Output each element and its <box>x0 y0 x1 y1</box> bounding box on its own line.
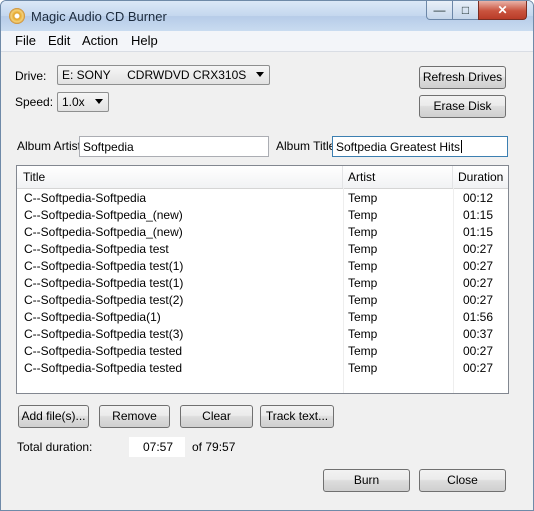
table-row[interactable]: C--Softpedia-Softpedia test(3) Temp 00:37 <box>17 325 508 342</box>
track-artist: Temp <box>348 208 378 222</box>
minimize-icon: — <box>433 3 446 17</box>
app-window: Magic Audio CD Burner — □ ✕ File Edit Ac… <box>0 0 534 511</box>
track-title: C--Softpedia-Softpedia tested <box>24 344 183 358</box>
table-row[interactable]: C--Softpedia-Softpedia_(new) Temp 01:15 <box>17 223 508 240</box>
refresh-drives-button[interactable]: Refresh Drives <box>419 66 506 89</box>
track-duration: 01:15 <box>463 208 494 222</box>
track-artist: Temp <box>348 259 378 273</box>
table-row[interactable]: C--Softpedia-Softpedia test(2) Temp 00:27 <box>17 291 508 308</box>
track-duration: 00:27 <box>463 242 494 256</box>
track-duration: 01:15 <box>463 225 494 239</box>
track-title: C--Softpedia-Softpedia test(3) <box>24 327 184 341</box>
total-capacity: of 79:57 <box>192 440 236 454</box>
track-artist: Temp <box>348 242 378 256</box>
maximize-button[interactable]: □ <box>452 1 479 20</box>
column-artist[interactable]: Artist <box>343 166 453 188</box>
table-row[interactable]: C--Softpedia-Softpedia_(new) Temp 01:15 <box>17 206 508 223</box>
track-duration: 00:27 <box>463 259 494 273</box>
speed-value: 1.0x <box>62 95 85 109</box>
track-artist: Temp <box>348 344 378 358</box>
table-row[interactable]: C--Softpedia-Softpedia tested Temp 00:27 <box>17 342 508 359</box>
menu-edit[interactable]: Edit <box>48 33 70 49</box>
cd-icon <box>9 8 25 24</box>
track-duration: 00:27 <box>463 293 494 307</box>
album-artist-value: Softpedia <box>83 140 134 154</box>
track-artist: Temp <box>348 293 378 307</box>
track-duration: 00:27 <box>463 276 494 290</box>
track-duration: 00:37 <box>463 327 494 341</box>
chevron-down-icon <box>95 99 103 104</box>
remove-button[interactable]: Remove <box>99 405 170 428</box>
album-title-label: Album Title: <box>276 139 339 153</box>
track-title: C--Softpedia-Softpedia_(new) <box>24 208 183 222</box>
erase-disk-button[interactable]: Erase Disk <box>419 95 506 118</box>
drive-value: E: SONY CDRWDVD CRX310S <box>62 68 247 82</box>
total-duration-box: 07:57 <box>129 437 185 457</box>
track-text-button[interactable]: Track text... <box>260 405 334 428</box>
drive-select[interactable]: E: SONY CDRWDVD CRX310S <box>57 65 270 85</box>
table-row[interactable]: C--Softpedia-Softpedia test(1) Temp 00:27 <box>17 274 508 291</box>
total-duration-value: 07:57 <box>142 440 173 454</box>
title-bar[interactable]: Magic Audio CD Burner — □ ✕ <box>1 1 533 31</box>
main-panel: Drive: E: SONY CDRWDVD CRX310S Speed: 1.… <box>1 52 533 510</box>
clear-button[interactable]: Clear <box>180 405 253 428</box>
table-row[interactable]: C--Softpedia-Softpedia test(1) Temp 00:27 <box>17 257 508 274</box>
window-title: Magic Audio CD Burner <box>31 9 167 24</box>
track-duration: 01:56 <box>463 310 494 324</box>
minimize-button[interactable]: — <box>426 1 453 20</box>
maximize-icon: □ <box>461 3 470 17</box>
track-duration: 00:27 <box>463 361 494 375</box>
track-list-header: Title Artist Duration <box>17 166 508 189</box>
track-artist: Temp <box>348 191 378 205</box>
drive-label: Drive: <box>15 69 47 83</box>
track-duration: 00:12 <box>463 191 494 205</box>
track-list[interactable]: Title Artist Duration C--Softpedia-Softp… <box>16 165 509 394</box>
track-artist: Temp <box>348 327 378 341</box>
burn-button[interactable]: Burn <box>323 469 410 492</box>
track-title: C--Softpedia-Softpedia test(1) <box>24 276 184 290</box>
total-duration-label: Total duration: <box>17 440 93 454</box>
track-title: C--Softpedia-Softpedia tested <box>24 361 183 375</box>
table-row[interactable]: C--Softpedia-Softpedia Temp 00:12 <box>17 189 508 206</box>
track-artist: Temp <box>348 361 378 375</box>
close-icon: ✕ <box>497 3 508 17</box>
menu-file[interactable]: File <box>15 33 36 49</box>
album-artist-input[interactable]: Softpedia <box>79 136 269 157</box>
track-artist: Temp <box>348 276 378 290</box>
menu-bar: File Edit Action Help <box>1 31 533 52</box>
table-row[interactable]: C--Softpedia-Softpedia tested Temp 00:27 <box>17 359 508 376</box>
table-row[interactable]: C--Softpedia-Softpedia(1) Temp 01:56 <box>17 308 508 325</box>
close-button[interactable]: Close <box>419 469 506 492</box>
chevron-down-icon <box>256 72 264 77</box>
track-artist: Temp <box>348 225 378 239</box>
track-title: C--Softpedia-Softpedia_(new) <box>24 225 183 239</box>
album-title-input[interactable]: Softpedia Greatest Hits <box>332 136 508 157</box>
speed-label: Speed: <box>15 95 54 109</box>
track-title: C--Softpedia-Softpedia test <box>24 242 169 256</box>
track-title: C--Softpedia-Softpedia(1) <box>24 310 161 324</box>
track-duration: 00:27 <box>463 344 494 358</box>
column-duration[interactable]: Duration <box>453 166 508 188</box>
album-title-value: Softpedia Greatest Hits <box>336 140 461 154</box>
table-row[interactable]: C--Softpedia-Softpedia test Temp 00:27 <box>17 240 508 257</box>
close-window-button[interactable]: ✕ <box>478 1 527 20</box>
text-cursor <box>461 140 463 153</box>
album-artist-label: Album Artist: <box>17 139 85 153</box>
column-title[interactable]: Title <box>17 166 343 188</box>
track-title: C--Softpedia-Softpedia test(2) <box>24 293 184 307</box>
menu-help[interactable]: Help <box>131 33 158 49</box>
add-files-button[interactable]: Add file(s)... <box>18 405 89 428</box>
menu-action[interactable]: Action <box>82 33 118 49</box>
track-artist: Temp <box>348 310 378 324</box>
track-title: C--Softpedia-Softpedia <box>24 191 147 205</box>
speed-select[interactable]: 1.0x <box>57 92 109 112</box>
track-title: C--Softpedia-Softpedia test(1) <box>24 259 184 273</box>
